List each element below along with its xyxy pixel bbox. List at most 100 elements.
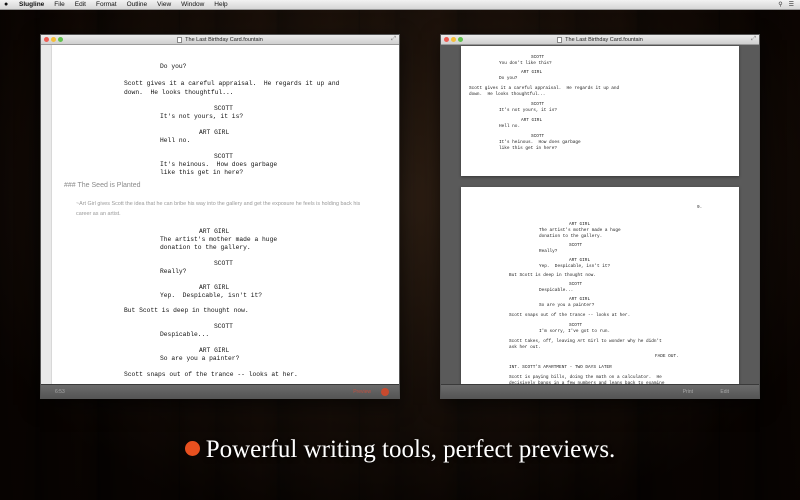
- print-button[interactable]: Print: [683, 389, 693, 395]
- bullet-dot-icon: [184, 441, 200, 456]
- preview-toggle-icon[interactable]: [381, 388, 389, 396]
- script-line: Hell no.: [160, 137, 191, 144]
- menu-edit[interactable]: Edit: [70, 0, 91, 10]
- close-button[interactable]: [444, 37, 449, 42]
- script-line: But Scott is deep in thought now.: [124, 307, 249, 314]
- script-line: SCOTT: [214, 323, 233, 330]
- close-button[interactable]: [44, 37, 49, 42]
- script-line: like this get in here?: [499, 146, 557, 151]
- minimize-button[interactable]: [451, 37, 456, 42]
- script-line: SCOTT: [531, 134, 545, 139]
- page-number: 9.: [697, 205, 703, 210]
- script-line: Despicable...: [539, 288, 574, 293]
- script-line: SCOTT: [569, 243, 583, 248]
- menu-file[interactable]: File: [49, 0, 69, 10]
- menu-bar: ● Slugline File Edit Format Outline View…: [0, 0, 800, 10]
- script-line: Yep. Despicable, isn't it?: [539, 264, 611, 269]
- script-line: SCOTT: [214, 153, 233, 160]
- script-line: SCOTT: [569, 323, 583, 328]
- preview-window: The Last Birthday Card.fountain ⤢ SCOTT Y…: [440, 34, 760, 399]
- menu-view[interactable]: View: [152, 0, 176, 10]
- script-line: ART GIRL: [521, 70, 543, 75]
- script-line: ART GIRL: [521, 118, 543, 123]
- document-icon: [557, 36, 563, 43]
- script-line: Scott gives it a careful appraisal. He r…: [469, 86, 620, 91]
- script-line: SCOTT: [214, 105, 233, 112]
- script-line: ART GIRL: [199, 228, 230, 235]
- editor-titlebar[interactable]: The Last Birthday Card.fountain ⤢: [41, 35, 399, 45]
- script-line: It's heinous. How does garbage: [499, 140, 581, 145]
- fullscreen-icon[interactable]: ⤢: [391, 36, 396, 43]
- apple-icon[interactable]: ●: [4, 0, 14, 10]
- menu-outline[interactable]: Outline: [122, 0, 153, 10]
- script-line: Yep. Despicable, isn't it?: [160, 292, 263, 299]
- editor-title: The Last Birthday Card.fountain: [185, 36, 263, 43]
- script-line: SCOTT: [531, 102, 545, 107]
- synopsis-note: ~Art Girl gives Scott the idea that he c…: [76, 201, 361, 217]
- editor-text-area[interactable]: ### The Seed is Planted ~Art Girl gives …: [51, 45, 399, 384]
- section-heading: ### The Seed is Planted: [64, 182, 141, 189]
- script-line: So are you a painter?: [539, 303, 595, 308]
- menu-app[interactable]: Slugline: [14, 0, 49, 10]
- script-line: Scott snaps out of the trance -- looks a…: [509, 313, 631, 318]
- script-line: Scott snaps out of the trance -- looks a…: [124, 371, 298, 378]
- marketing-caption: Powerful writing tools, perfect previews…: [0, 436, 800, 464]
- script-line: Despicable...: [160, 331, 210, 338]
- script-line: ART GIRL: [569, 258, 591, 263]
- script-line: Scott takes, off, leaving Art Girl to wo…: [509, 339, 662, 344]
- word-count: 6:53: [55, 389, 65, 395]
- document-icon: [177, 36, 183, 43]
- minimize-button[interactable]: [51, 37, 56, 42]
- zoom-button[interactable]: [58, 37, 63, 42]
- spotlight-icon[interactable]: ⚲: [778, 0, 782, 10]
- script-line: It's heinous. How does garbage: [160, 161, 278, 168]
- preview-statusbar: Print Edit: [441, 384, 759, 398]
- script-line: Scott is paying bills, doing the math on…: [509, 375, 662, 380]
- list-icon[interactable]: ☰: [789, 0, 794, 10]
- script-line: It's not yours, it is?: [499, 108, 557, 113]
- script-line: INT. SCOTT'S APARTMENT - TWO DAYS LATER: [509, 365, 612, 370]
- script-line: ART GIRL: [199, 347, 230, 354]
- mouse-cursor-icon: ➢: [380, 397, 387, 398]
- script-line: ART GIRL: [199, 129, 230, 136]
- script-line: down. He looks thoughtful...: [469, 92, 546, 97]
- script-line: SCOTT: [531, 55, 545, 60]
- script-line: It's not yours, it is?: [160, 113, 244, 120]
- script-line: I'm sorry, I've got to run.: [539, 329, 611, 334]
- window-controls: [44, 37, 63, 42]
- script-line: Really?: [539, 249, 558, 254]
- zoom-button[interactable]: [458, 37, 463, 42]
- editor-window: The Last Birthday Card.fountain ⤢ ### Th…: [40, 34, 400, 399]
- script-line: Really?: [160, 268, 187, 275]
- script-line: Do you?: [160, 63, 187, 70]
- script-line: SCOTT: [569, 282, 583, 287]
- script-line: donation to the gallery.: [160, 244, 251, 251]
- script-line: But Scott is deep in thought now.: [509, 273, 596, 278]
- fullscreen-icon[interactable]: ⤢: [751, 36, 756, 43]
- script-line: The artist's mother made a huge: [160, 236, 278, 243]
- script-line: like this get in here?: [160, 169, 244, 176]
- script-line: FADE OUT.: [655, 354, 679, 359]
- script-line: Hell no.: [499, 124, 521, 129]
- script-line: Do you?: [499, 76, 518, 81]
- script-line: SCOTT: [214, 260, 233, 267]
- menu-format[interactable]: Format: [91, 0, 122, 10]
- script-line: ask her out.: [509, 345, 541, 350]
- script-line: donation to the gallery.: [539, 234, 603, 239]
- script-line: ART GIRL: [569, 297, 591, 302]
- edit-button[interactable]: Edit: [720, 389, 729, 395]
- editor-statusbar: 6:53 Preview: [41, 384, 399, 398]
- script-line: So are you a painter?: [160, 355, 240, 362]
- caption-text: Powerful writing tools, perfect previews…: [205, 436, 616, 463]
- editor-gutter: [41, 45, 51, 384]
- script-line: ART GIRL: [569, 222, 591, 227]
- menu-window[interactable]: Window: [176, 0, 209, 10]
- script-line: The artist's mother made a huge: [539, 228, 621, 233]
- preview-page: SCOTT You don't like this? ART GIRL Do you?…: [461, 46, 739, 176]
- preview-button[interactable]: Preview: [353, 389, 371, 395]
- preview-titlebar[interactable]: The Last Birthday Card.fountain ⤢: [441, 35, 759, 45]
- menu-help[interactable]: Help: [209, 0, 232, 10]
- preview-title: The Last Birthday Card.fountain: [565, 36, 643, 43]
- script-line: You don't like this?: [499, 61, 552, 66]
- window-controls: [444, 37, 463, 42]
